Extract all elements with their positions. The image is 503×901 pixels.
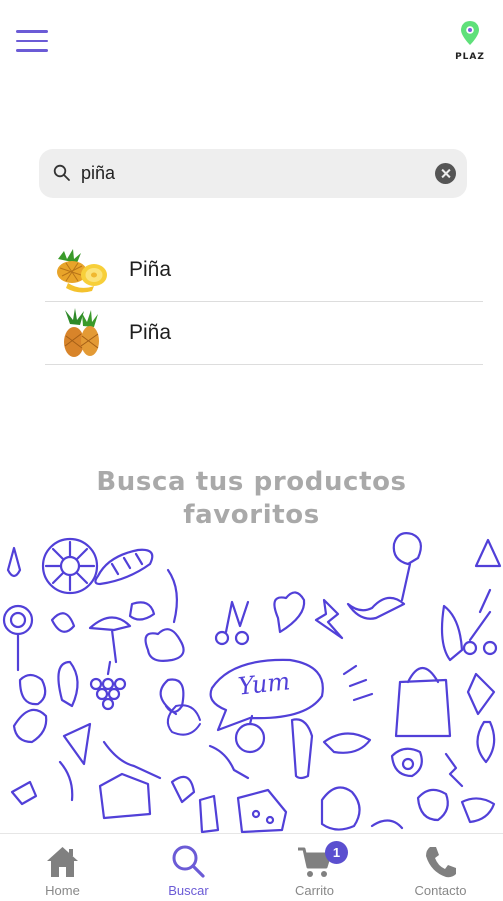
- list-item[interactable]: Piña: [45, 302, 483, 365]
- bottom-nav: Home Buscar 1 Carrito Contacto: [0, 833, 503, 901]
- nav-search[interactable]: Buscar: [126, 834, 251, 901]
- pineapple-slices-image: [57, 249, 107, 293]
- search-bar: [39, 149, 467, 198]
- search-results: Piña Piña: [45, 239, 483, 365]
- hamburger-icon[interactable]: [16, 30, 48, 54]
- tagline-line-2: favoritos: [183, 500, 320, 530]
- tagline-line-1: Busca tus productos: [96, 467, 407, 497]
- nav-cart[interactable]: 1 Carrito: [252, 834, 377, 901]
- nav-home-label: Home: [45, 883, 80, 898]
- phone-icon: [426, 847, 456, 878]
- search-icon: [172, 845, 205, 878]
- nav-contact-label: Contacto: [414, 883, 467, 898]
- cart-badge: 1: [325, 841, 348, 864]
- result-label: Piña: [129, 258, 172, 281]
- app-logo[interactable]: PLAZ: [452, 20, 488, 62]
- result-label: Piña: [129, 321, 172, 344]
- search-input[interactable]: [81, 159, 411, 188]
- search-icon: [53, 164, 70, 181]
- top-bar: PLAZ: [0, 0, 503, 85]
- list-item[interactable]: Piña: [45, 239, 483, 302]
- nav-cart-label: Carrito: [294, 883, 334, 898]
- nav-home[interactable]: Home: [0, 834, 125, 901]
- logo-text: PLAZ: [455, 52, 485, 62]
- whole-pineapples-image: [64, 308, 99, 357]
- nav-search-label: Buscar: [168, 883, 209, 898]
- close-icon[interactable]: [435, 163, 456, 184]
- nav-contact[interactable]: Contacto: [378, 834, 503, 901]
- location-pin-icon: [461, 21, 479, 45]
- empty-state-title: Busca tus productos favoritos: [60, 466, 443, 532]
- home-icon: [47, 847, 78, 877]
